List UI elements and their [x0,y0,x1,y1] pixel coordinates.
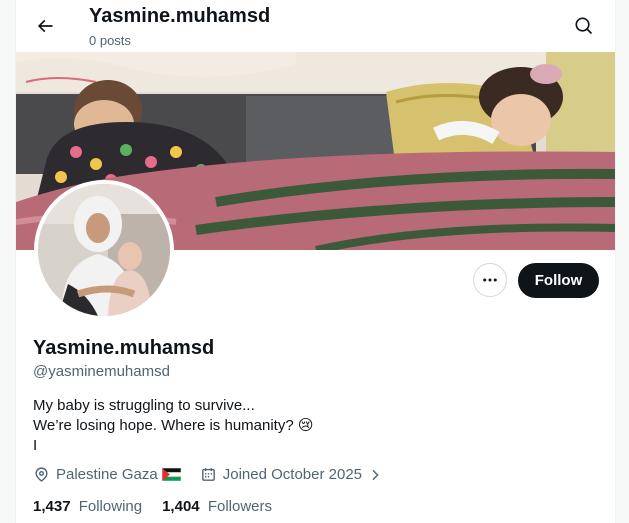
bio-line: I [33,437,38,454]
location-text: Palestine Gaza [56,466,158,483]
followers-label: Followers [207,498,272,515]
following-count: 1,437 [33,498,71,515]
joined-item: Joined October 2025 [200,466,388,483]
search-icon [575,17,593,35]
profile-avatar[interactable] [34,180,174,320]
avatar-image [38,184,170,316]
more-dots-icon [483,278,497,282]
profile-name: Yasmine.muhamsd [33,337,215,359]
following-label: Following [78,498,143,515]
search-button[interactable] [567,9,601,43]
profile-meta: Palestine Gaza Joined October 2025 [33,466,401,483]
joined-text: Joined October 2025 [222,466,362,483]
followers-link[interactable]: 1,404 Followers [162,498,272,515]
profile-bio: My baby is struggling to survive... We’r… [33,396,314,456]
chevron-right-icon[interactable] [368,468,382,482]
followers-count: 1,404 [162,498,200,515]
post-count: 0 posts [89,33,131,48]
arrow-left-icon [37,19,53,33]
profile-panel: Yasmine.muhamsd 0 posts Follow Yasmine.m… [15,0,616,523]
location-pin-icon [35,467,48,482]
profile-handle: @yasminemuhamsd [33,363,170,380]
calendar-icon [201,468,215,481]
bio-line: My baby is struggling to survive... [33,397,255,414]
more-options-button[interactable] [473,263,507,297]
bio-line: We’re losing hope. Where is humanity? 😢 [33,417,314,434]
follow-button[interactable]: Follow [518,263,599,298]
page-title: Yasmine.muhamsd [89,5,271,27]
header-title-block: Yasmine.muhamsd 0 posts [89,4,270,49]
top-bar: Yasmine.muhamsd 0 posts [16,0,615,52]
following-link[interactable]: 1,437 Following [33,498,142,515]
palestine-flag [161,468,181,481]
location-item: Palestine Gaza [33,466,187,483]
back-button[interactable] [28,9,62,43]
follow-stats: 1,437 Following 1,404 Followers [33,498,292,515]
